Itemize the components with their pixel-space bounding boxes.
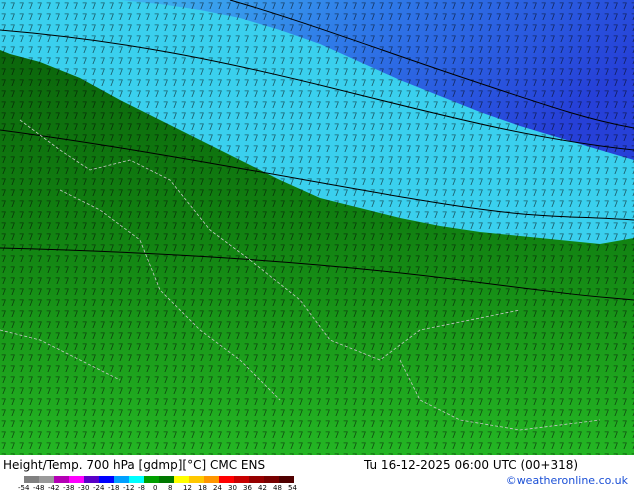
colorbar-tick-label: -8 [138, 484, 145, 490]
colorbar-swatch [69, 476, 84, 483]
colorbar-tick-label: 24 [213, 484, 222, 490]
colorbar-swatch [159, 476, 174, 483]
colorbar-swatch [129, 476, 144, 483]
colorbar-ticks: -54 -48 -42 -38 -30 -24 -18 -12 -8 0 8 12 18 24 30 36 42… [18, 484, 297, 490]
colorbar-tick-label: -42 [48, 484, 59, 490]
colorbar-swatch [174, 476, 189, 483]
colorbar-swatch [189, 476, 204, 483]
value-labels-texture [0, 0, 634, 455]
colorbar-swatch [204, 476, 219, 483]
weather-map: 7 [0, 0, 634, 455]
map-canvas: 7 [0, 0, 634, 455]
colorbar-tick-label: -12 [123, 484, 134, 490]
colorbar-tick-label: 54 [288, 484, 297, 490]
colorbar-swatch [24, 476, 39, 483]
colorbar-swatch [249, 476, 264, 483]
colorbar-tick-label: 36 [243, 484, 252, 490]
colorbar-tick-label: 0 [153, 484, 157, 490]
colorbar-swatch [99, 476, 114, 483]
colorbar-tick-label: 42 [258, 484, 267, 490]
colorbar-tick-label: 48 [273, 484, 282, 490]
colorbar-swatch [264, 476, 279, 483]
map-footer: Height/Temp. 700 hPa [gdmp][°C] CMC ENS … [0, 455, 634, 490]
colorbar-swatch [54, 476, 69, 483]
colorbar: -54 -48 -42 -38 -30 -24 -18 -12 -8 0 8 12 18 24 30 36 42… [18, 476, 297, 490]
colorbar-swatch [279, 476, 294, 483]
colorbar-swatch [39, 476, 54, 483]
colorbar-tick-label: -18 [108, 484, 119, 490]
colorbar-tick-label: 30 [228, 484, 237, 490]
colorbar-tick-label: 12 [183, 484, 192, 490]
colorbar-swatch [219, 476, 234, 483]
colorbar-swatch [114, 476, 129, 483]
forecast-datetime: Tu 16-12-2025 06:00 UTC (00+318) [364, 458, 579, 472]
colorbar-tick-label: -24 [93, 484, 105, 490]
colorbar-swatch [144, 476, 159, 483]
colorbar-swatch [84, 476, 99, 483]
colorbar-tick-label: -48 [33, 484, 44, 490]
colorbar-swatch [234, 476, 249, 483]
colorbar-swatches [24, 476, 294, 483]
map-title: Height/Temp. 700 hPa [gdmp][°C] CMC ENS [3, 458, 266, 472]
colorbar-tick-label: 8 [168, 484, 172, 490]
credit-link[interactable]: ©weatheronline.co.uk [506, 474, 628, 487]
colorbar-tick-label: -38 [63, 484, 74, 490]
colorbar-tick-label: -30 [78, 484, 89, 490]
colorbar-tick-label: 18 [198, 484, 207, 490]
colorbar-tick-label: -54 [18, 484, 30, 490]
